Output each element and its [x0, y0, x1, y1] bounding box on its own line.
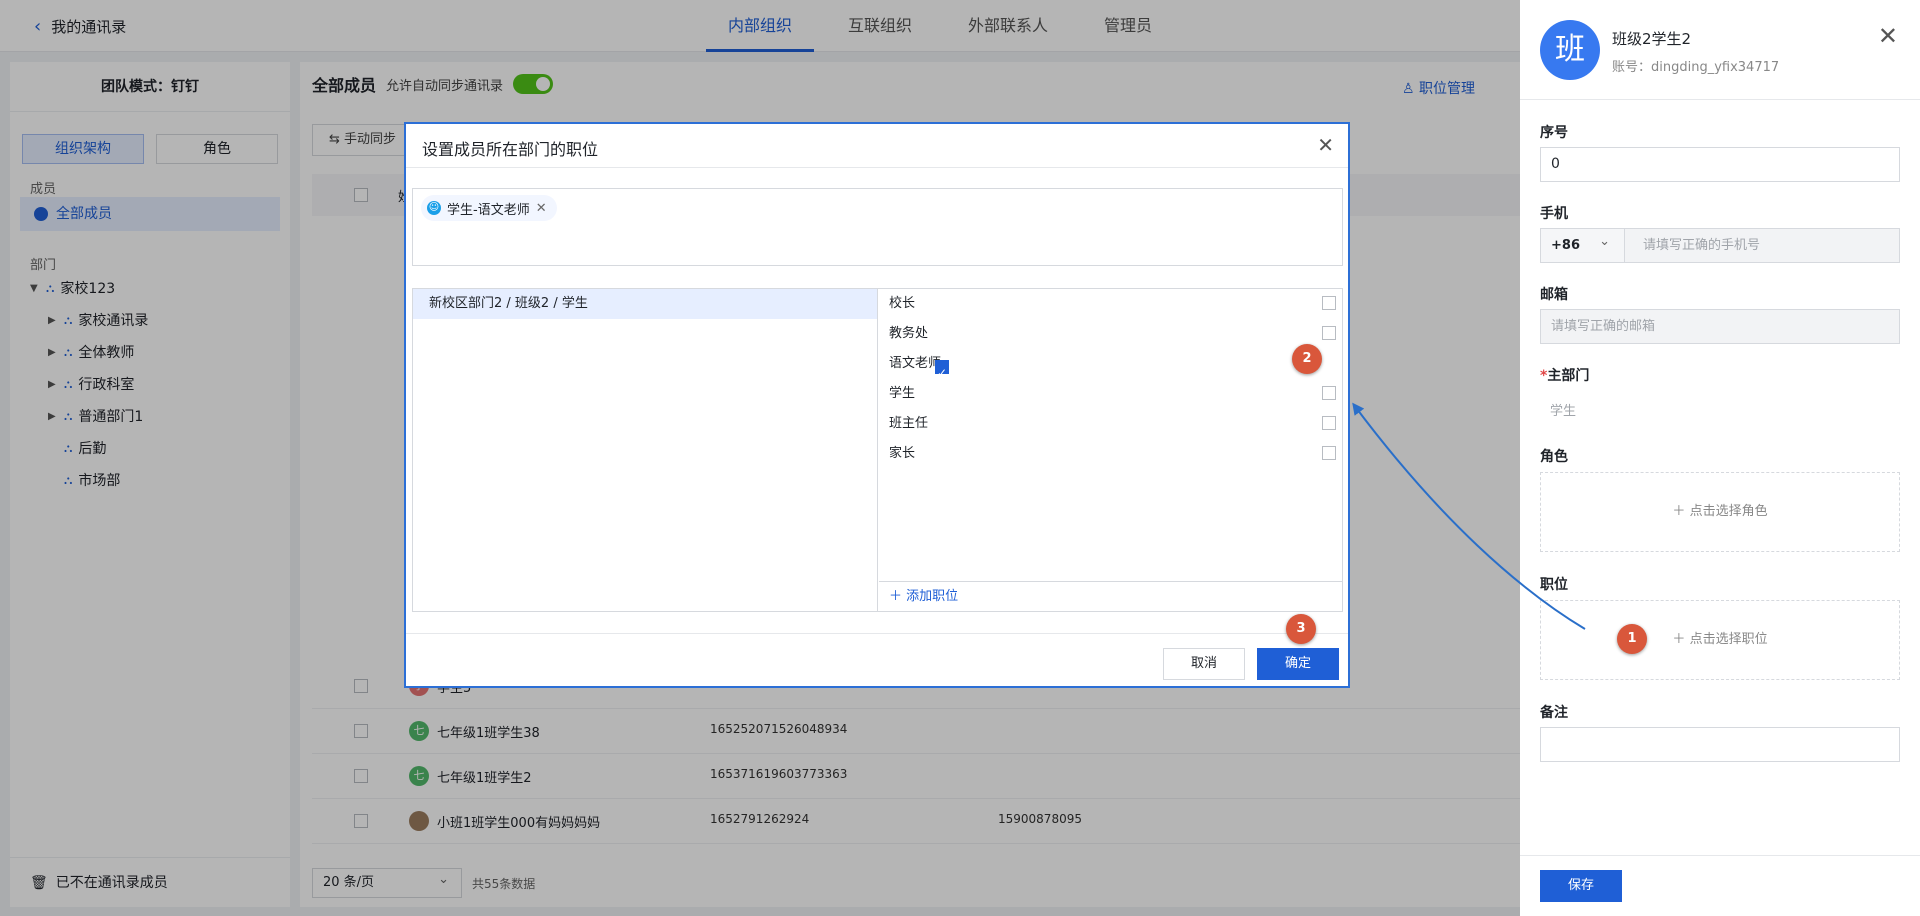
- add-position-label: 添加职位: [906, 589, 959, 604]
- annotation-badge-1: 1: [1617, 624, 1647, 654]
- position-checkbox[interactable]: [1322, 446, 1336, 460]
- position-item[interactable]: 家长: [879, 439, 1342, 469]
- member-account: 账号：dingding_yfix34717: [1612, 60, 1780, 75]
- email-input[interactable]: 请填写正确的邮箱: [1540, 309, 1900, 344]
- note-label: 备注: [1540, 705, 1568, 721]
- plus-icon: ＋: [1672, 504, 1686, 519]
- phone-label: 手机: [1540, 206, 1568, 222]
- annotation-badge-2: 2: [1292, 344, 1322, 374]
- position-label: 语文老师: [889, 356, 942, 371]
- member-name: 班级2学生2: [1612, 30, 1692, 48]
- phone-field: +86 请填写正确的手机号: [1540, 225, 1900, 263]
- main-dept-value: 学生: [1550, 404, 1577, 419]
- position-label: 学生: [889, 386, 916, 401]
- note-input[interactable]: [1540, 727, 1900, 762]
- role-label: 角色: [1540, 449, 1568, 465]
- position-tag-icon: ☺: [427, 201, 441, 215]
- select-role-label: 点击选择角色: [1689, 504, 1768, 519]
- select-position-label: 点击选择职位: [1689, 632, 1768, 647]
- select-position-box[interactable]: ＋ 点击选择职位: [1540, 600, 1900, 680]
- order-input[interactable]: 0: [1540, 147, 1900, 182]
- position-item[interactable]: 学生: [879, 379, 1342, 409]
- dialog-header: 设置成员所在部门的职位 ✕: [406, 124, 1348, 168]
- avatar: 班: [1540, 20, 1600, 80]
- position-checkbox[interactable]: [1322, 386, 1336, 400]
- close-icon[interactable]: ✕: [1878, 22, 1898, 50]
- email-label: 邮箱: [1540, 287, 1568, 303]
- selected-position-tag: ☺ 学生-语文老师 ✕: [421, 195, 557, 221]
- remove-tag-icon[interactable]: ✕: [536, 201, 547, 216]
- cancel-button[interactable]: 取消: [1163, 648, 1245, 680]
- position-label: 职位: [1540, 577, 1568, 593]
- tag-label: 学生-语文老师: [447, 202, 530, 218]
- position-item[interactable]: 校长: [879, 289, 1342, 319]
- add-position-button[interactable]: ＋ 添加职位: [879, 581, 1342, 611]
- position-list: ＋ 添加职位 校长教务处语文老师学生班主任家长: [879, 289, 1342, 611]
- annotation-badge-3: 3: [1286, 614, 1316, 644]
- selected-tags-box: ☺ 学生-语文老师 ✕: [412, 188, 1343, 266]
- position-label: 校长: [889, 296, 916, 311]
- position-item[interactable]: 教务处: [879, 319, 1342, 349]
- close-icon[interactable]: ✕: [1317, 133, 1334, 157]
- plus-icon: ＋: [889, 589, 903, 604]
- country-code-select[interactable]: +86: [1541, 225, 1625, 262]
- email-placeholder: 请填写正确的邮箱: [1551, 319, 1656, 334]
- drawer-header: 班 班级2学生2 账号：dingding_yfix34717 ✕: [1520, 0, 1920, 100]
- member-detail-drawer: 班 班级2学生2 账号：dingding_yfix34717 ✕ 序号 0 手机…: [1520, 0, 1920, 916]
- save-button[interactable]: 保存: [1540, 870, 1622, 902]
- drawer-footer: 保存: [1520, 855, 1920, 916]
- position-checkbox[interactable]: [1322, 296, 1336, 310]
- position-item[interactable]: 语文老师: [879, 349, 1342, 388]
- position-checkbox[interactable]: [1322, 326, 1336, 340]
- position-item[interactable]: 班主任: [879, 409, 1342, 439]
- phone-input[interactable]: 请填写正确的手机号: [1625, 229, 1760, 262]
- order-label: 序号: [1540, 125, 1568, 141]
- position-label: 教务处: [889, 326, 929, 341]
- select-role-box[interactable]: ＋ 点击选择角色: [1540, 472, 1900, 552]
- department-list: 新校区部门2 / 班级2 / 学生: [413, 289, 878, 611]
- position-label: 家长: [889, 446, 916, 461]
- dialog-title: 设置成员所在部门的职位: [422, 140, 599, 159]
- confirm-button[interactable]: 确定: [1257, 648, 1339, 680]
- set-position-dialog: 设置成员所在部门的职位 ✕ ☺ 学生-语文老师 ✕ 新校区部门2 / 班级2 /…: [404, 122, 1350, 688]
- selector-lists: 新校区部门2 / 班级2 / 学生 ＋ 添加职位 校长教务处语文老师学生班主任家…: [412, 288, 1343, 612]
- main-dept-label-text: 主部门: [1547, 368, 1590, 384]
- dialog-footer: 取消 确定: [406, 633, 1348, 686]
- position-checkbox[interactable]: [1322, 416, 1336, 430]
- position-label: 班主任: [889, 416, 929, 431]
- position-checkbox[interactable]: [935, 358, 950, 388]
- plus-icon: ＋: [1672, 632, 1686, 647]
- main-dept-label: *主部门: [1540, 365, 1589, 385]
- department-item[interactable]: 新校区部门2 / 班级2 / 学生: [413, 289, 877, 319]
